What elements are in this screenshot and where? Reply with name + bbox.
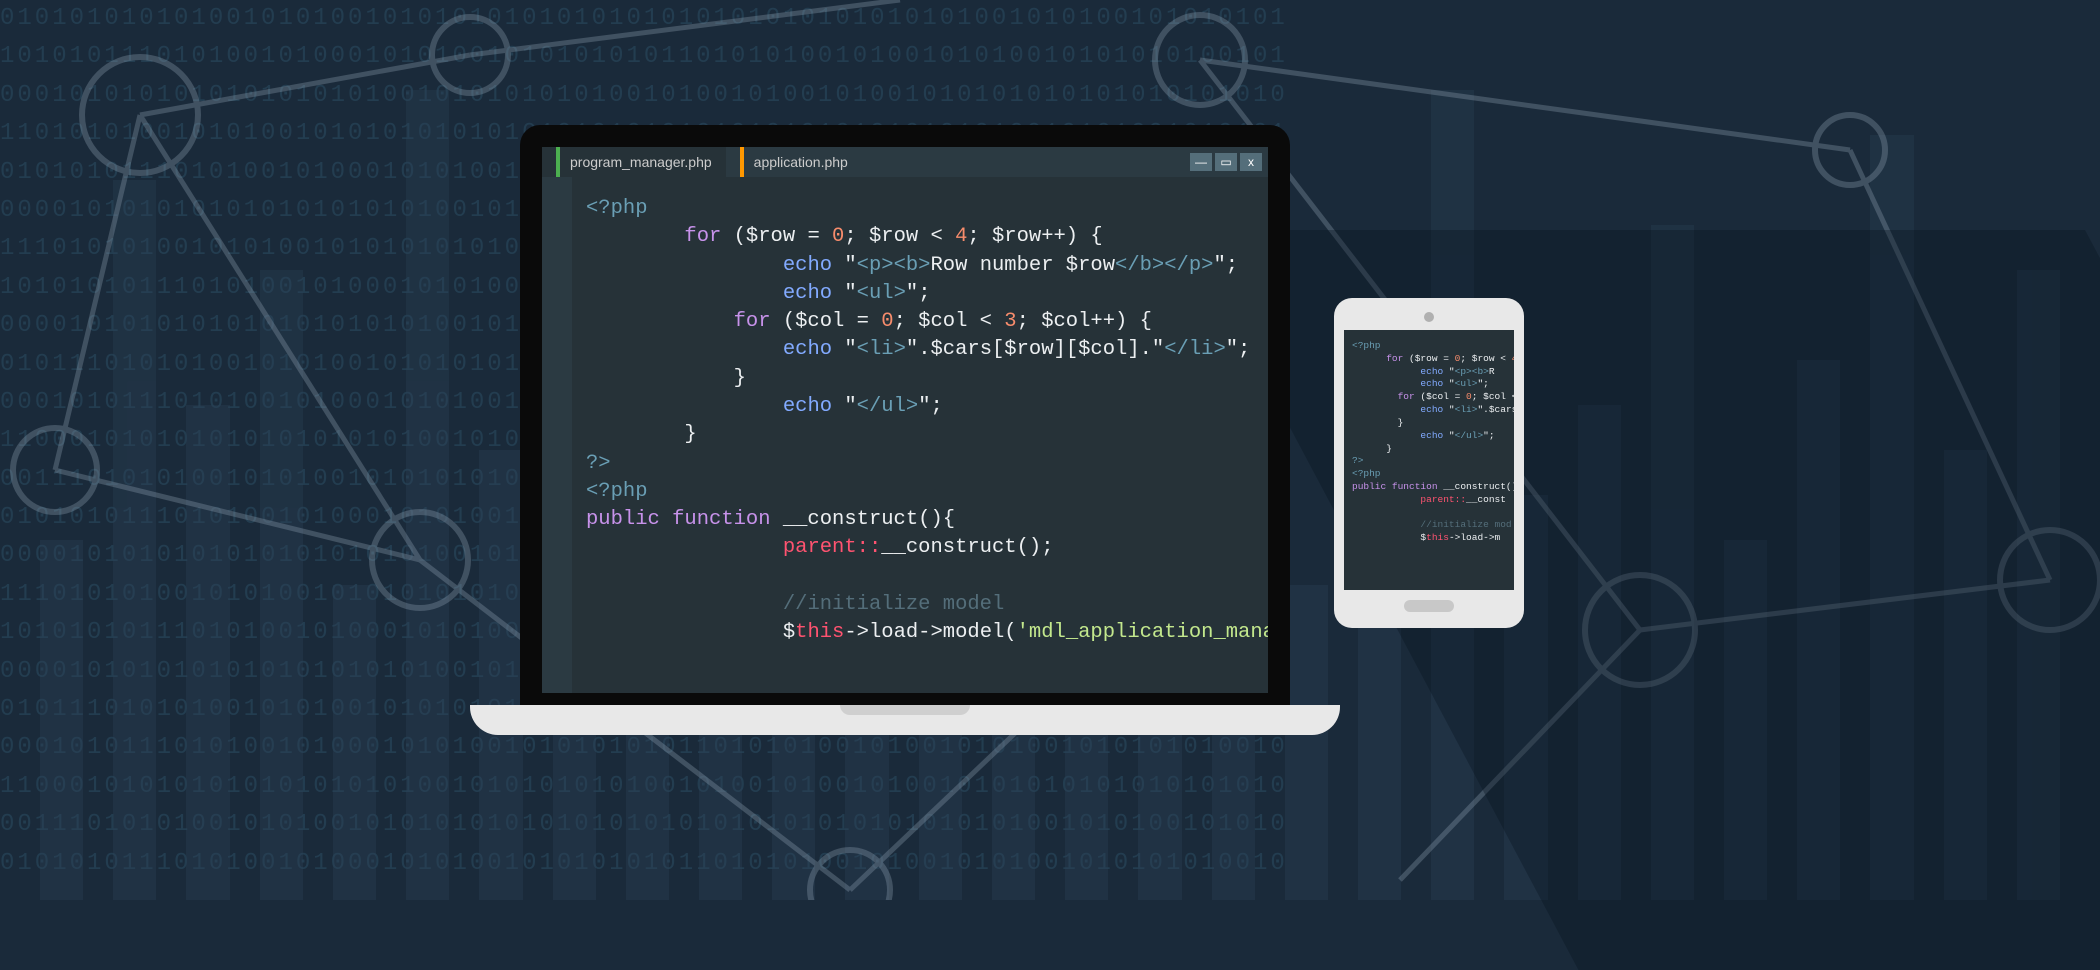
tab-label: program_manager.php bbox=[570, 154, 712, 170]
tab-application[interactable]: application.php bbox=[726, 147, 862, 177]
editor-body: <?php for ($row = 0; $row < 4; $row++) {… bbox=[542, 177, 1268, 693]
maximize-button[interactable]: ▭ bbox=[1215, 153, 1237, 171]
code-editor: program_manager.php application.php — ▭ … bbox=[542, 147, 1268, 693]
laptop-base bbox=[470, 705, 1340, 735]
close-button[interactable]: x bbox=[1240, 153, 1262, 171]
minimize-button[interactable]: — bbox=[1190, 153, 1212, 171]
phone-device: <?php for ($row = 0; $row < 4; echo "<p>… bbox=[1334, 298, 1524, 628]
window-controls: — ▭ x bbox=[1190, 153, 1268, 171]
phone-camera bbox=[1424, 312, 1434, 322]
tab-program-manager[interactable]: program_manager.php bbox=[542, 147, 726, 177]
phone-home-button[interactable] bbox=[1404, 600, 1454, 612]
laptop-device: program_manager.php application.php — ▭ … bbox=[520, 125, 1290, 735]
laptop-screen-bezel: program_manager.php application.php — ▭ … bbox=[520, 125, 1290, 705]
tab-label: application.php bbox=[754, 154, 848, 170]
editor-gutter bbox=[542, 177, 572, 693]
phone-screen: <?php for ($row = 0; $row < 4; echo "<p>… bbox=[1344, 330, 1514, 590]
editor-tabbar: program_manager.php application.php — ▭ … bbox=[542, 147, 1268, 177]
code-content[interactable]: <?php for ($row = 0; $row < 4; $row++) {… bbox=[572, 177, 1268, 693]
